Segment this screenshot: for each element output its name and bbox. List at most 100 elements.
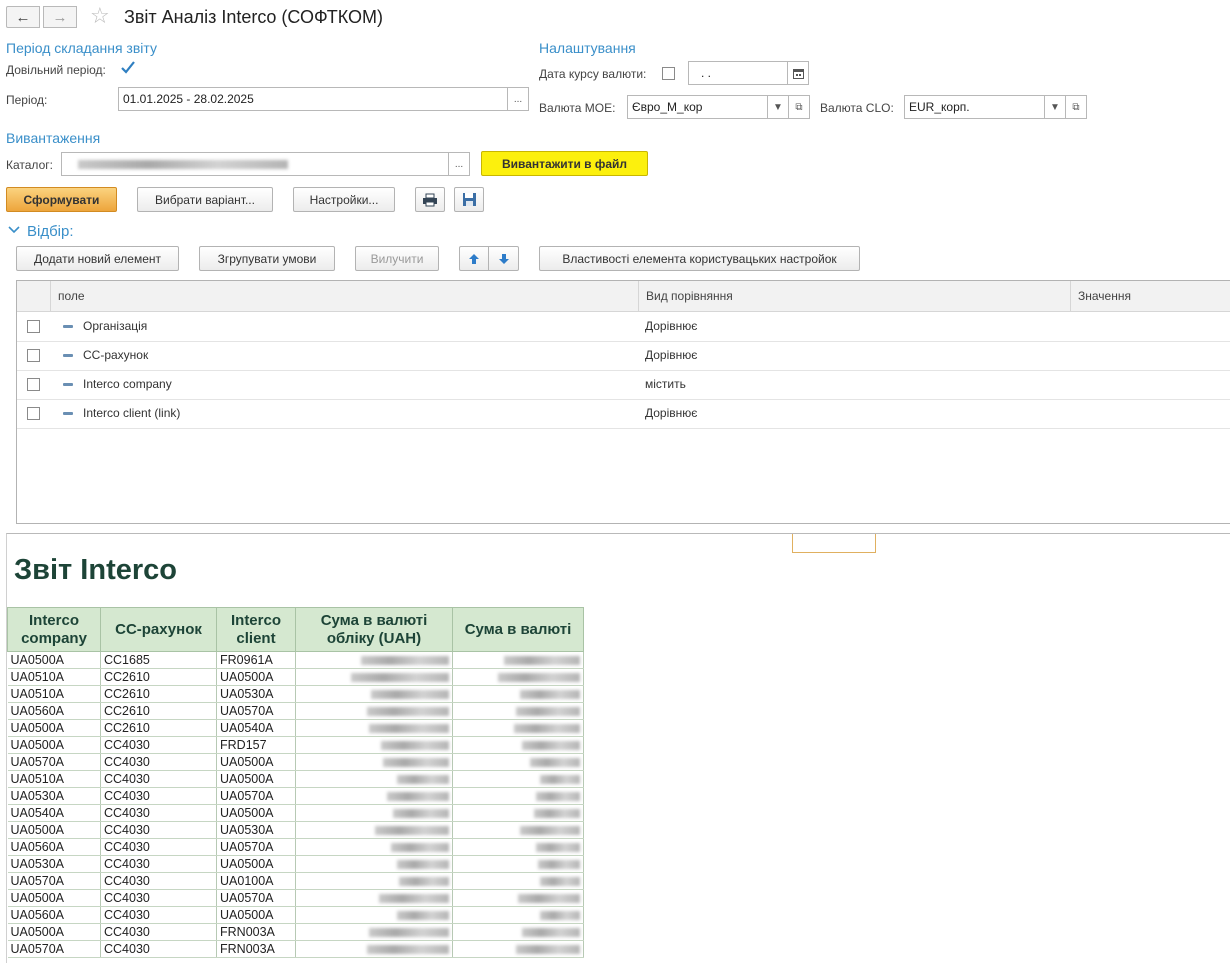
cell-cc-account: CC4030: [100, 736, 217, 754]
add-element-button[interactable]: Додати новий елемент: [16, 246, 179, 271]
cell-interco-company: UA0510A: [7, 685, 101, 703]
report-row[interactable]: UA0560A CC4030 UA0500A: [7, 906, 584, 924]
cell-amount-currency-redacted: [452, 855, 584, 873]
report-row[interactable]: UA0510A CC2610 UA0530A: [7, 685, 584, 703]
move-up-button[interactable]: [459, 246, 489, 271]
condition-icon: [63, 412, 73, 415]
calendar-button[interactable]: [787, 61, 809, 85]
cell-interco-client: UA0540A: [216, 719, 296, 737]
collapse-chevron-icon[interactable]: [8, 224, 20, 238]
back-button[interactable]: ←: [6, 6, 40, 28]
cell-cc-account: CC4030: [100, 787, 217, 805]
header-cc-account: СС-рахунок: [100, 607, 217, 652]
cell-amount-currency-redacted: [452, 753, 584, 771]
report-row[interactable]: UA0500A CC4030 FRD157: [7, 736, 584, 754]
arrow-right-icon: →: [52, 8, 68, 26]
row-checkbox[interactable]: [27, 378, 40, 391]
cell-interco-company: UA0500A: [7, 736, 101, 754]
row-checkbox[interactable]: [27, 320, 40, 333]
report-row[interactable]: UA0540A CC4030 UA0500A: [7, 804, 584, 822]
clo-dropdown-button[interactable]: ▼: [1044, 95, 1066, 119]
cell-interco-company: UA0510A: [7, 770, 101, 788]
save-button[interactable]: [454, 187, 484, 212]
cell-amount-uah-redacted: [295, 702, 453, 720]
rate-date-input[interactable]: . .: [688, 61, 788, 85]
settings-button[interactable]: Настройки...: [293, 187, 395, 212]
cell-interco-company: UA0500A: [7, 651, 101, 669]
cell-amount-uah-redacted: [295, 753, 453, 771]
report-row[interactable]: UA0510A CC2610 UA0500A: [7, 668, 584, 686]
row-checkbox[interactable]: [27, 407, 40, 420]
catalog-select-button[interactable]: ...: [448, 152, 470, 176]
period-select-button[interactable]: ...: [507, 87, 529, 111]
cell-cc-account: CC1685: [100, 651, 217, 669]
cell-amount-currency-redacted: [452, 940, 584, 958]
filter-row[interactable]: СС-рахунок Дорівнює: [17, 341, 1230, 371]
cell-interco-client: UA0570A: [216, 787, 296, 805]
report-row[interactable]: UA0530A CC4030 UA0500A: [7, 855, 584, 873]
filter-row[interactable]: Організація Дорівнює: [17, 312, 1230, 342]
report-row[interactable]: UA0570A CC4030 UA0100A: [7, 872, 584, 890]
cell-interco-client: FRN003A: [216, 940, 296, 958]
filter-row[interactable]: Interco company містить: [17, 370, 1230, 400]
report-row[interactable]: UA0560A CC4030 UA0570A: [7, 838, 584, 856]
rate-date-checkbox[interactable]: [662, 67, 675, 80]
cell-interco-company: UA0560A: [7, 906, 101, 924]
cell-amount-currency-redacted: [452, 889, 584, 907]
moe-open-button[interactable]: ⧉: [788, 95, 810, 119]
choose-variant-button[interactable]: Вибрати варіант...: [137, 187, 273, 212]
catalog-input[interactable]: [61, 152, 449, 176]
filter-table: поле Вид порівняння Значення Організація…: [16, 280, 1230, 524]
row-field: Interco company: [83, 377, 172, 391]
condition-icon: [63, 325, 73, 328]
header-amount-currency: Сума в валюті: [452, 607, 584, 652]
report-header-row: Interco company СС-рахунок Interco clien…: [7, 607, 584, 652]
row-checkbox[interactable]: [27, 349, 40, 362]
export-to-file-button[interactable]: Вивантажити в файл: [481, 151, 648, 176]
row-comparison: містить: [645, 377, 686, 391]
report-row[interactable]: UA0500A CC2610 UA0540A: [7, 719, 584, 737]
chevron-down-icon: ▼: [1050, 101, 1060, 113]
cell-interco-client: UA0570A: [216, 838, 296, 856]
star-icon[interactable]: ☆: [90, 3, 110, 29]
report-row[interactable]: UA0500A CC4030 UA0530A: [7, 821, 584, 839]
cell-interco-client: UA0500A: [216, 753, 296, 771]
export-heading: Вивантаження: [6, 130, 101, 146]
group-conditions-button[interactable]: Згрупувати умови: [199, 246, 335, 271]
element-properties-button[interactable]: Властивості елемента користувацьких наст…: [539, 246, 860, 271]
moe-currency-input[interactable]: Євро_М_кор: [627, 95, 769, 119]
clo-currency-input[interactable]: EUR_корп.: [904, 95, 1047, 119]
column-value[interactable]: Значення: [1070, 281, 1230, 311]
cell-cc-account: CC4030: [100, 940, 217, 958]
ungroup-button[interactable]: Вилучити: [355, 246, 439, 271]
report-row[interactable]: UA0530A CC4030 UA0570A: [7, 787, 584, 805]
cell-amount-uah-redacted: [295, 668, 453, 686]
move-down-button[interactable]: [488, 246, 519, 271]
cell-interco-client: UA0500A: [216, 906, 296, 924]
report-row[interactable]: UA0570A CC4030 FRN003A: [7, 940, 584, 958]
moe-dropdown-button[interactable]: ▼: [767, 95, 789, 119]
filter-row[interactable]: Interco client (link) Дорівнює: [17, 399, 1230, 429]
generate-button[interactable]: Сформувати: [6, 187, 117, 212]
report-row[interactable]: UA0500A CC4030 FRN003A: [7, 923, 584, 941]
cell-interco-client: UA0500A: [216, 770, 296, 788]
cell-amount-uah-redacted: [295, 821, 453, 839]
column-field[interactable]: поле: [50, 281, 638, 311]
cell-amount-currency-redacted: [452, 821, 584, 839]
report-row[interactable]: UA0570A CC4030 UA0500A: [7, 753, 584, 771]
custom-period-checkbox[interactable]: [120, 60, 136, 76]
clo-open-button[interactable]: ⧉: [1065, 95, 1087, 119]
report-row[interactable]: UA0500A CC1685 FR0961A: [7, 651, 584, 669]
filter-table-header: поле Вид порівняння Значення: [17, 281, 1230, 312]
print-button[interactable]: [415, 187, 445, 212]
report-row[interactable]: UA0500A CC4030 UA0570A: [7, 889, 584, 907]
cell-amount-uah-redacted: [295, 906, 453, 924]
cell-interco-company: UA0500A: [7, 821, 101, 839]
report-row[interactable]: UA0510A CC4030 UA0500A: [7, 770, 584, 788]
report-area: Звіт Interco Interco company СС-рахунок …: [6, 533, 1230, 963]
report-row[interactable]: UA0560A CC2610 UA0570A: [7, 702, 584, 720]
column-comparison[interactable]: Вид порівняння: [638, 281, 1070, 311]
period-input[interactable]: 01.01.2025 - 28.02.2025: [118, 87, 508, 111]
cell-amount-uah-redacted: [295, 736, 453, 754]
forward-button[interactable]: →: [43, 6, 77, 28]
